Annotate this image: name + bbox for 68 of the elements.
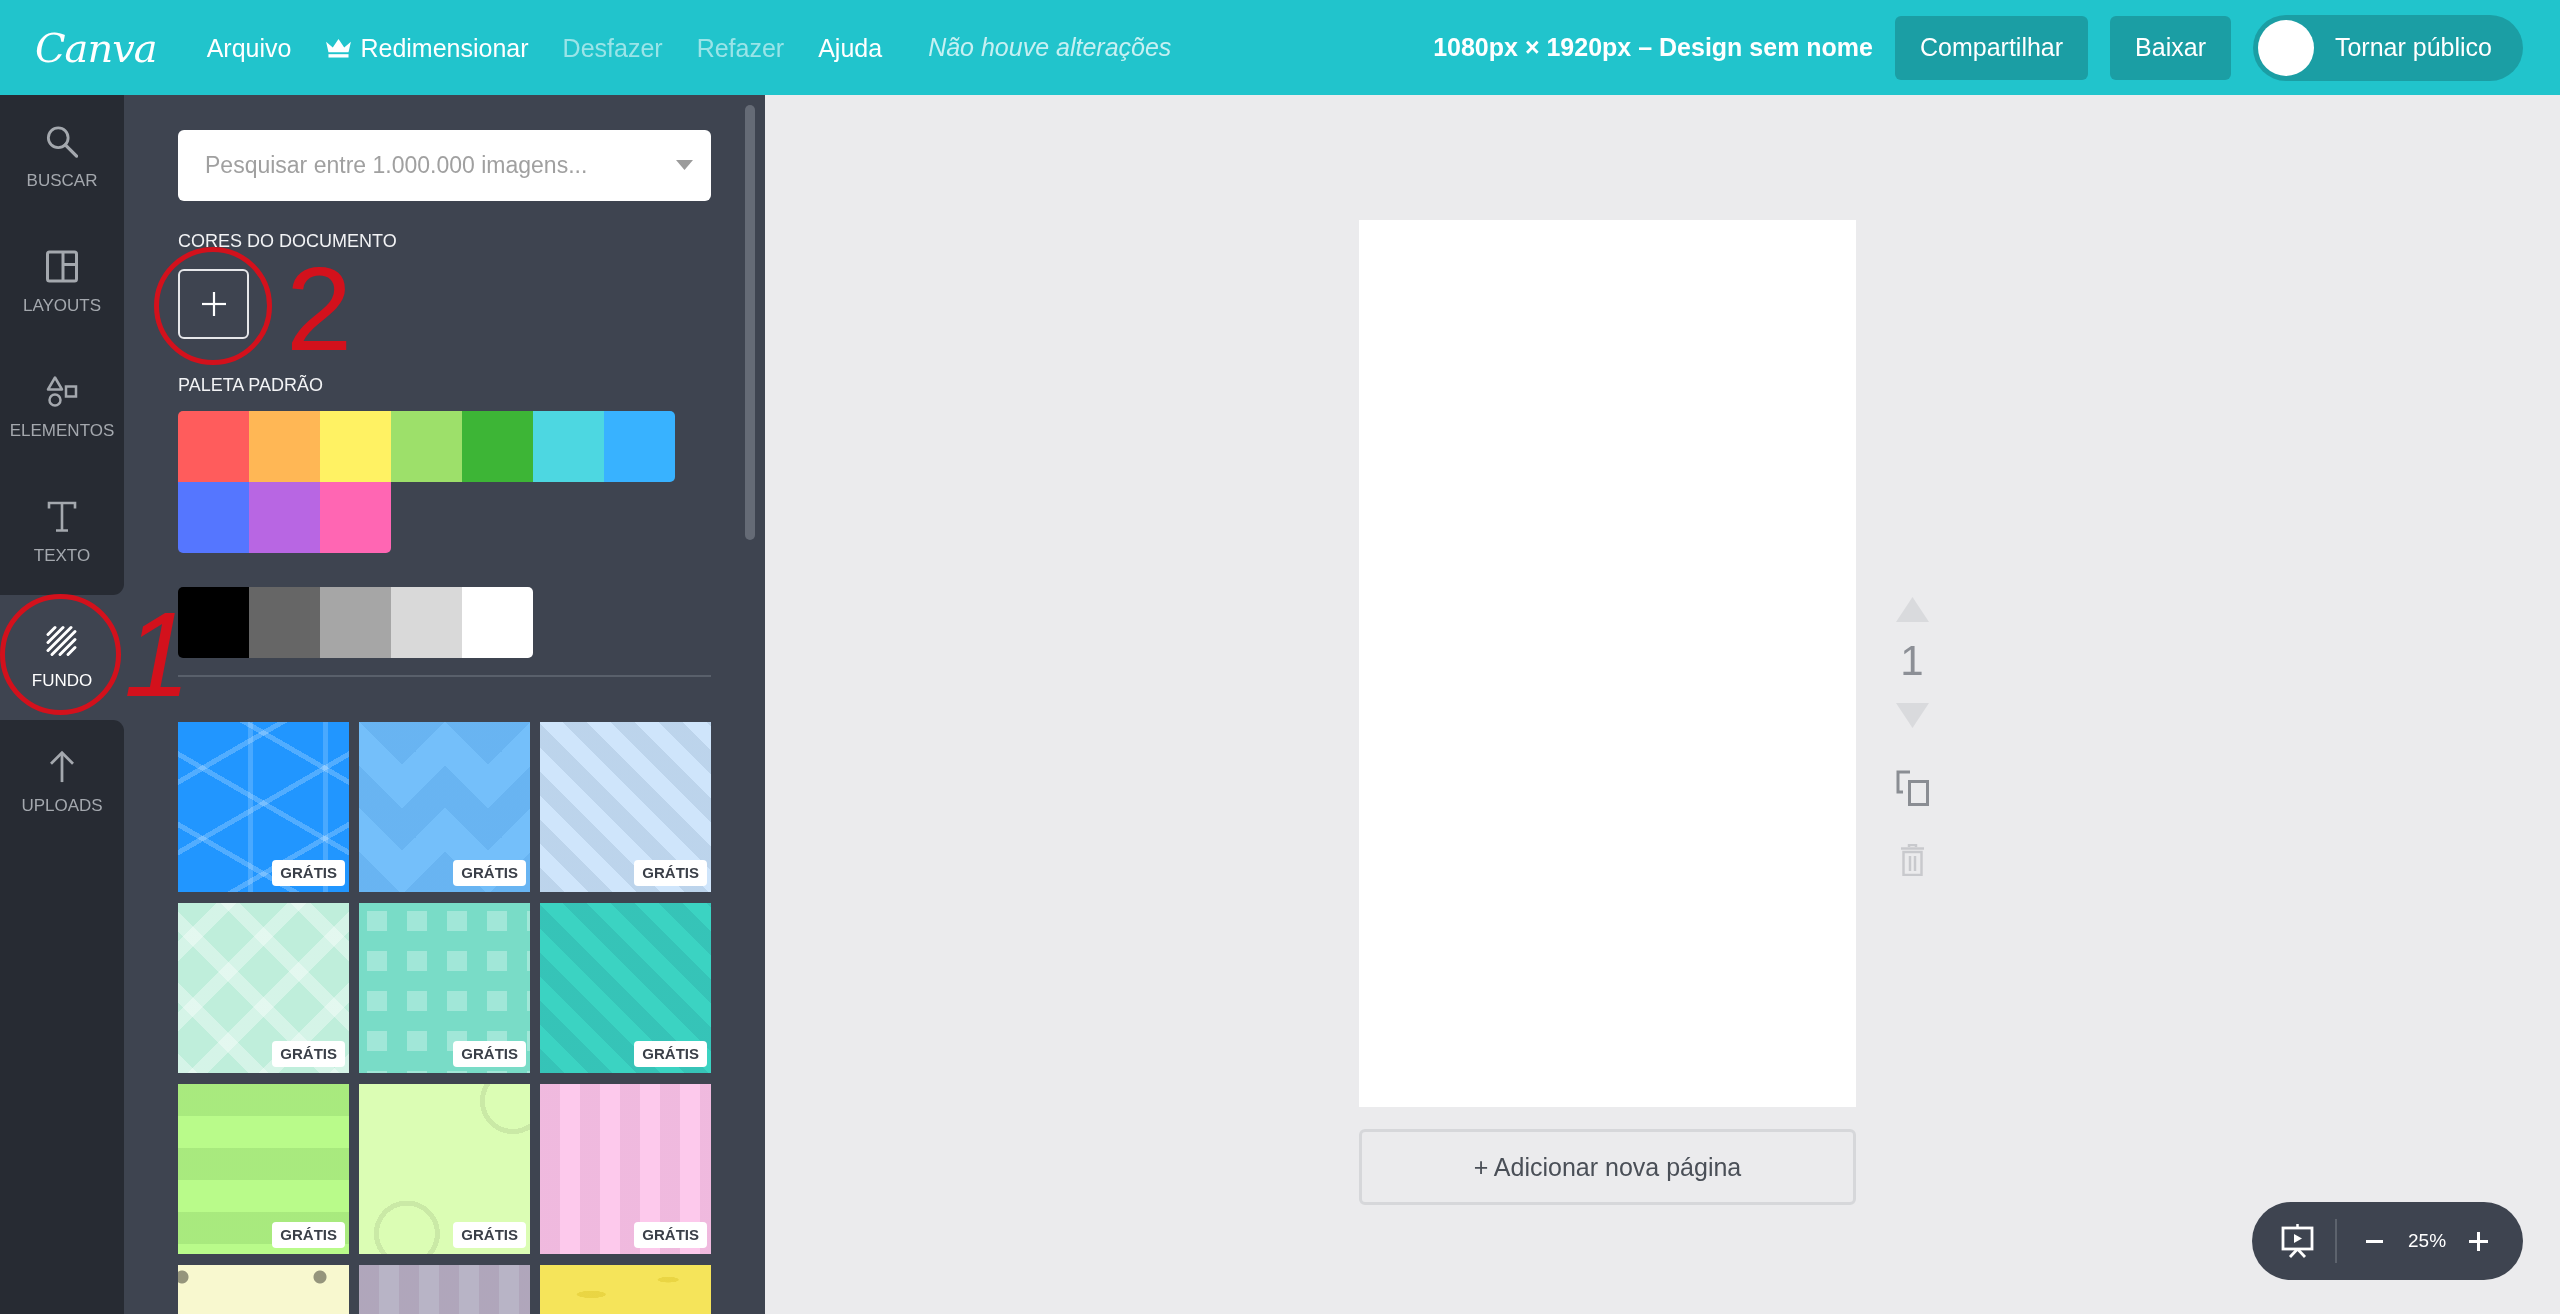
free-badge: GRÁTIS <box>272 1222 345 1248</box>
crown-icon <box>325 37 353 58</box>
color-swatch-icon[interactable] <box>391 587 462 658</box>
add-color-button[interactable] <box>178 269 249 339</box>
annotation-number: 1 <box>124 609 191 699</box>
background-tile[interactable]: GRÁTIS <box>540 722 711 892</box>
section-title: PALETA PADRÃO <box>178 376 324 394</box>
background-tile[interactable]: GRÁTIS <box>178 903 349 1073</box>
color-swatch-icon[interactable] <box>249 482 320 553</box>
color-swatch-icon[interactable] <box>320 411 391 482</box>
color-swatch-icon[interactable] <box>249 587 320 658</box>
minus-icon[interactable] <box>2366 1239 2383 1243</box>
color-swatch-icon[interactable] <box>533 411 604 482</box>
color-swatch-icon[interactable] <box>604 411 675 482</box>
diagonal-lines-icon <box>46 624 78 658</box>
text-icon <box>46 499 78 533</box>
free-badge: GRÁTIS <box>453 1041 526 1067</box>
background-tile[interactable] <box>540 1265 711 1314</box>
color-swatch-icon[interactable] <box>391 411 462 482</box>
color-swatch-icon[interactable] <box>462 587 533 658</box>
background-tile[interactable]: GRÁTIS <box>540 1084 711 1254</box>
plus-icon <box>201 292 226 316</box>
annotation-number: 2 <box>286 264 353 354</box>
background-tile[interactable]: GRÁTIS <box>540 903 711 1073</box>
search-field[interactable]: Pesquisar entre 1.000.000 imagens... <box>178 130 711 201</box>
shapes-icon <box>46 374 78 408</box>
add-page-button[interactable]: + Adicionar nova página <box>1359 1129 1856 1205</box>
free-badge: GRÁTIS <box>634 1041 707 1067</box>
color-swatch-icon[interactable] <box>320 482 391 553</box>
color-swatch-icon[interactable] <box>320 587 391 658</box>
section-title: CORES DO DOCUMENTO <box>178 232 397 250</box>
page-number: 1 <box>1900 640 1924 682</box>
save-status: Não houve alterações <box>928 33 1172 62</box>
copy-icon[interactable] <box>1895 770 1929 806</box>
background-tile[interactable]: GRÁTIS <box>359 722 530 892</box>
scrollbar[interactable] <box>745 105 755 540</box>
toggle-knob <box>2257 19 2314 76</box>
public-toggle[interactable]: Tornar público <box>2252 14 2523 81</box>
sidebar-tab[interactable]: BUSCAR <box>0 95 124 220</box>
document-title: 1080px × 1920px – Design sem nome <box>1433 33 1873 62</box>
sidebar-tab[interactable]: TEXTO <box>0 470 124 595</box>
zoom-level: 25% <box>2408 1230 2447 1252</box>
sidebar-tab[interactable]: ELEMENTOS <box>0 345 124 470</box>
color-swatch-icon[interactable] <box>178 482 249 553</box>
background-tile[interactable]: GRÁTIS <box>359 1084 530 1254</box>
plus-icon[interactable] <box>2469 1231 2489 1251</box>
sidebar-tab[interactable]: LAYOUTS <box>0 220 124 345</box>
free-badge: GRÁTIS <box>272 860 345 886</box>
background-tile[interactable]: GRÁTIS <box>178 1084 349 1254</box>
color-swatch-icon[interactable] <box>249 411 320 482</box>
free-badge: GRÁTIS <box>453 1222 526 1248</box>
free-badge: GRÁTIS <box>453 860 526 886</box>
dropdown-caret-icon[interactable] <box>676 160 693 170</box>
presentation-icon[interactable] <box>2281 1224 2314 1258</box>
layout-icon <box>46 249 78 283</box>
color-swatch-icon[interactable] <box>178 411 249 482</box>
sidebar-tab[interactable]: UPLOADS <box>0 720 124 845</box>
background-tile[interactable]: GRÁTIS <box>178 722 349 892</box>
toolbar-button[interactable]: Baixar <box>2110 15 2231 80</box>
background-tile[interactable] <box>178 1265 349 1314</box>
background-tile[interactable]: GRÁTIS <box>359 903 530 1073</box>
color-swatch-icon[interactable] <box>462 411 533 482</box>
background-tile[interactable] <box>359 1265 530 1314</box>
toolbar-button[interactable]: Compartilhar <box>1895 15 2089 80</box>
free-badge: GRÁTIS <box>634 860 707 886</box>
free-badge: GRÁTIS <box>634 1222 707 1248</box>
free-badge: GRÁTIS <box>272 1041 345 1067</box>
search-icon <box>46 124 78 158</box>
